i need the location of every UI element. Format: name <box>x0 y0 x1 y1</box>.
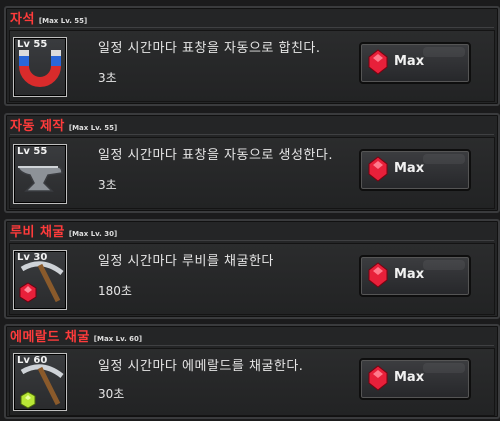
skill-body: Lv 30 일정 시간마다 루비를 채굴한다 180초 Max <box>9 243 495 315</box>
button-shine <box>423 154 465 164</box>
skill-panel-ruby-mining: 루비 채굴 [Max Lv. 30] Lv 30 일정 시간마다 루비를 채굴한… <box>4 219 500 319</box>
skill-max-level: [Max Lv. 55] <box>68 124 118 132</box>
button-shine <box>423 363 465 373</box>
skill-time: 30초 <box>98 387 125 401</box>
skill-description: 일정 시간마다 표창을 자동으로 합친다. <box>98 41 321 56</box>
skill-header: 루비 채굴 [Max Lv. 30] <box>10 224 494 241</box>
skill-time: 180초 <box>98 284 132 298</box>
ruby-icon <box>368 156 388 182</box>
max-button[interactable]: Max <box>359 255 471 297</box>
skill-panel-auto-craft: 자동 제작 [Max Lv. 55] Lv 55 일정 시간마다 표창을 자동으… <box>4 113 500 213</box>
button-shine <box>423 47 465 57</box>
skill-icon-box: Lv 55 <box>13 37 67 97</box>
skill-header: 자동 제작 [Max Lv. 55] <box>10 118 494 135</box>
skill-level: Lv 55 <box>17 146 48 157</box>
skill-icon-box: Lv 30 <box>13 250 67 310</box>
max-button-label: Max <box>394 54 425 69</box>
max-button-label: Max <box>394 161 425 176</box>
skill-panel-emerald-mining: 에메랄드 채굴 [Max Lv. 60] Lv 60 일정 시간마다 에메랄드를… <box>4 324 500 419</box>
skill-max-level: [Max Lv. 55] <box>38 17 88 25</box>
ruby-icon <box>368 49 388 75</box>
skill-header: 자석 [Max Lv. 55] <box>10 11 494 28</box>
ruby-icon <box>368 365 388 391</box>
skill-body: Lv 55 일정 시간마다 표창을 자동으로 생성한다. 3초 Max <box>9 137 495 209</box>
skill-level: Lv 55 <box>17 39 48 50</box>
skill-title: 자석 <box>10 12 35 27</box>
max-button[interactable]: Max <box>359 42 471 84</box>
max-button[interactable]: Max <box>359 358 471 400</box>
skill-time: 3초 <box>98 178 117 192</box>
skill-level: Lv 30 <box>17 252 48 263</box>
skill-description: 일정 시간마다 에메랄드를 채굴한다. <box>98 359 304 374</box>
button-shine <box>423 260 465 270</box>
skill-level: Lv 60 <box>17 355 48 366</box>
skill-header: 에메랄드 채굴 [Max Lv. 60] <box>10 329 494 346</box>
skill-description: 일정 시간마다 표창을 자동으로 생성한다. <box>98 148 333 163</box>
skill-max-level: [Max Lv. 60] <box>93 335 143 343</box>
ruby-icon <box>368 262 388 288</box>
skill-panel-magnet: 자석 [Max Lv. 55] Lv 55 일정 시간마다 표창을 자동으로 합… <box>4 6 500 106</box>
skill-icon-box: Lv 60 <box>13 353 67 411</box>
skill-body: Lv 55 일정 시간마다 표창을 자동으로 합친다. 3초 Max <box>9 30 495 102</box>
max-button[interactable]: Max <box>359 149 471 191</box>
skill-body: Lv 60 일정 시간마다 에메랄드를 채굴한다. 30초 Max <box>9 348 495 416</box>
max-button-label: Max <box>394 370 425 385</box>
skill-title: 자동 제작 <box>10 119 65 134</box>
skill-time: 3초 <box>98 71 117 85</box>
skill-title: 에메랄드 채굴 <box>10 330 90 345</box>
skill-icon-box: Lv 55 <box>13 144 67 204</box>
skill-title: 루비 채굴 <box>10 225 65 240</box>
skill-max-level: [Max Lv. 30] <box>68 230 118 238</box>
skill-description: 일정 시간마다 루비를 채굴한다 <box>98 254 274 269</box>
max-button-label: Max <box>394 267 425 282</box>
